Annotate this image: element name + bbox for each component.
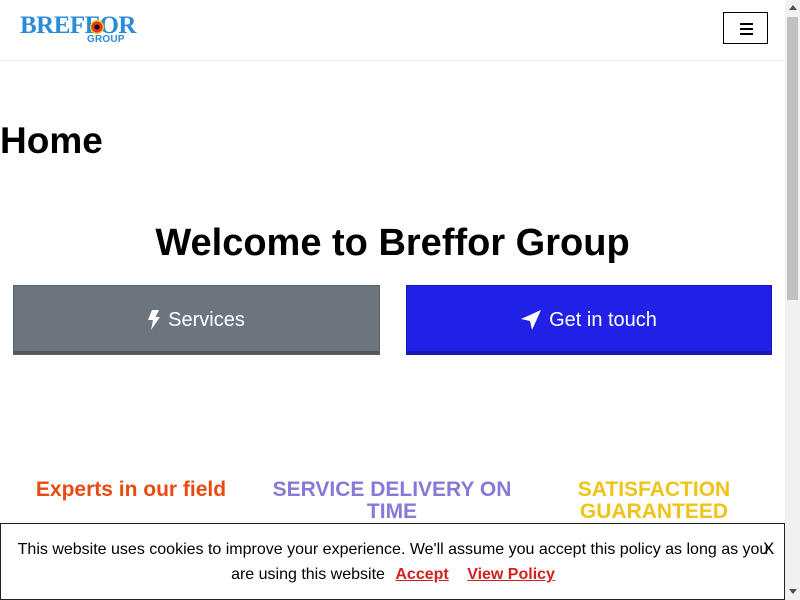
location-arrow-icon bbox=[521, 310, 542, 330]
get-in-touch-button-label: Get in touch bbox=[549, 308, 657, 331]
breffor-logo[interactable]: BREFFOR GROUP bbox=[20, 12, 136, 48]
cookie-message: This website uses cookies to improve you… bbox=[17, 541, 769, 583]
feature-experts: Experts in our field bbox=[35, 478, 227, 501]
cookie-banner: This website uses cookies to improve you… bbox=[0, 523, 785, 600]
scroll-down-icon[interactable] bbox=[789, 589, 797, 594]
page-title: Home bbox=[0, 120, 103, 161]
services-button[interactable]: Services bbox=[13, 285, 380, 355]
vertical-scrollbar[interactable] bbox=[785, 0, 800, 600]
logo-subtitle: GROUP bbox=[87, 34, 125, 45]
hamburger-menu-icon bbox=[740, 23, 753, 25]
cookie-accept-link[interactable]: Accept bbox=[395, 566, 448, 583]
feature-satisfaction: SATISFACTION GUARANTEED bbox=[577, 478, 731, 523]
logo-eye-icon bbox=[90, 20, 104, 34]
welcome-heading: Welcome to Breffor Group bbox=[155, 222, 630, 264]
cookie-message-container: This website uses cookies to improve you… bbox=[17, 537, 769, 587]
bolt-icon bbox=[148, 310, 161, 330]
services-button-label: Services bbox=[168, 308, 245, 331]
cookie-view-policy-link[interactable]: View Policy bbox=[467, 566, 555, 583]
page: BREFFOR GROUP Home Welcome to Breffor Gr… bbox=[0, 0, 785, 600]
menu-toggle-button[interactable] bbox=[723, 12, 768, 44]
cookie-close-button[interactable]: X bbox=[763, 539, 774, 559]
site-header: BREFFOR GROUP bbox=[0, 0, 785, 61]
get-in-touch-button[interactable]: Get in touch bbox=[406, 285, 772, 355]
scroll-up-icon[interactable] bbox=[789, 5, 797, 10]
scrollbar-thumb[interactable] bbox=[787, 17, 798, 300]
feature-service-delivery: SERVICE DELIVERY ON TIME bbox=[272, 478, 512, 523]
